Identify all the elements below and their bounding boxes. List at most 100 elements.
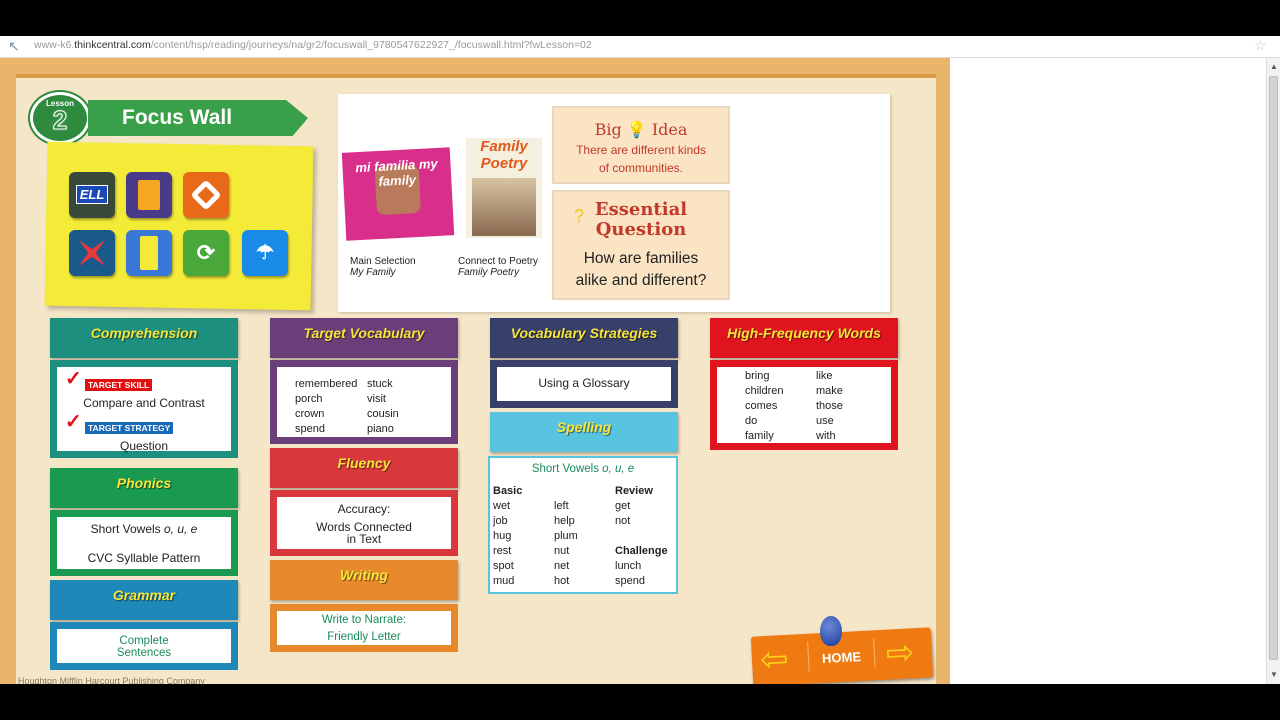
hfw-word: like bbox=[816, 370, 833, 382]
resource-sticky-note bbox=[44, 141, 314, 311]
spelling-subtitle: Short Vowels o, u, e bbox=[531, 463, 635, 475]
poetry-cover-title: Family Poetry bbox=[480, 138, 528, 172]
target-skill-text: Compare and Contrast bbox=[83, 396, 205, 410]
review-label: Review bbox=[615, 485, 653, 497]
vocab-word: piano bbox=[367, 423, 394, 435]
flashcards-icon[interactable] bbox=[126, 230, 172, 276]
hfw-word: comes bbox=[745, 400, 778, 412]
nav-divider bbox=[807, 641, 810, 672]
check-icon: ✓ bbox=[65, 368, 82, 390]
high-frequency-words-card: bring children comes do family like make those… bbox=[710, 360, 898, 450]
star-icon[interactable]: ☆ bbox=[1254, 37, 1267, 54]
vocab-word: visit bbox=[367, 393, 386, 405]
target-strategy-tag: TARGET STRATEGY bbox=[85, 422, 174, 434]
fluency-line3: in Text bbox=[346, 532, 382, 546]
hfw-column-2: like make those use with bbox=[816, 369, 843, 444]
scrollbar[interactable]: ▲ ▼ bbox=[1266, 58, 1280, 684]
lesson-number: 2 bbox=[52, 105, 68, 135]
spelling-word: net bbox=[554, 560, 570, 572]
window-bottom bbox=[0, 684, 1280, 720]
home-button[interactable]: HOME bbox=[822, 649, 862, 666]
spelling-review-column: Review get not Challenge lunch spend bbox=[615, 484, 668, 589]
phonics-line2: CVC Syllable Pattern bbox=[87, 551, 201, 565]
hfw-word: do bbox=[745, 415, 758, 427]
big-idea-heading: Big 💡 Idea bbox=[594, 120, 688, 139]
spelling-word: rest bbox=[493, 545, 512, 557]
lightbulb-icon: 💡 bbox=[626, 120, 647, 139]
spelling-word: spot bbox=[493, 560, 514, 572]
grammar-line2: Sentences bbox=[116, 647, 172, 659]
copyright-text: Houghton Mifflin Harcourt Publishing Com… bbox=[18, 676, 205, 684]
spelling-card: Short Vowels o, u, e Basic wet job hug rest… bbox=[488, 456, 678, 594]
url-text[interactable]: www-k6.thinkcentral.com/content/hsp/read… bbox=[34, 39, 592, 51]
spelling-word: left bbox=[554, 500, 569, 512]
basic-label: Basic bbox=[493, 485, 523, 497]
spelling-word: hug bbox=[493, 530, 512, 542]
comprehension-card: ✓ TARGET SKILL Compare and Contrast ✓ TA… bbox=[50, 360, 238, 458]
vocab-column-1: remembered porch crown spend bbox=[295, 377, 357, 437]
puzzle-icon[interactable] bbox=[69, 230, 115, 276]
navigation-bar: ⇦ HOME ⇨ bbox=[750, 627, 934, 687]
target-skill-tag: TARGET SKILL bbox=[85, 379, 153, 391]
hfw-column-1: bring children comes do family bbox=[745, 369, 784, 444]
spelling-word: wet bbox=[493, 500, 511, 512]
next-arrow-icon[interactable]: ⇨ bbox=[885, 633, 915, 672]
address-bar[interactable]: ↖ www-k6.thinkcentral.com/content/hsp/re… bbox=[0, 36, 1280, 58]
vocab-word: cousin bbox=[367, 408, 399, 420]
target-vocabulary-card: remembered porch crown spend stuck visit cous… bbox=[270, 360, 458, 444]
parachute-icon[interactable]: ☂ bbox=[242, 230, 288, 276]
lesson-badge: Lesson 2 bbox=[30, 92, 90, 144]
spelling-header[interactable]: Spelling bbox=[490, 412, 678, 452]
check-icon: ✓ bbox=[65, 411, 82, 433]
comprehension-header[interactable]: Comprehension bbox=[50, 318, 238, 358]
fluency-header[interactable]: Fluency bbox=[270, 448, 458, 488]
main-selection-cover[interactable]: mi familia my family bbox=[341, 147, 455, 241]
spelling-word: help bbox=[554, 515, 575, 527]
previous-arrow-icon[interactable]: ⇦ bbox=[759, 640, 789, 679]
hfw-word: with bbox=[816, 430, 836, 442]
poetry-cover[interactable]: Family Poetry bbox=[466, 138, 542, 238]
spelling-word: spend bbox=[615, 575, 645, 587]
scroll-down-icon[interactable]: ▼ bbox=[1270, 670, 1278, 679]
family-photo bbox=[472, 178, 536, 236]
target-vocabulary-header[interactable]: Target Vocabulary bbox=[270, 318, 458, 358]
book-icon[interactable] bbox=[126, 172, 172, 218]
spelling-word: plum bbox=[554, 530, 578, 542]
poetry-caption[interactable]: Connect to Poetry Family Poetry bbox=[458, 256, 538, 278]
hfw-word: bring bbox=[745, 370, 770, 382]
vocabulary-strategies-card: Using a Glossary bbox=[490, 360, 678, 408]
grammar-line1: Complete bbox=[119, 635, 169, 647]
question-mark-icon: ? bbox=[574, 206, 585, 226]
spelling-word: not bbox=[615, 515, 631, 527]
writing-header[interactable]: Writing bbox=[270, 560, 458, 600]
big-idea-card: Big 💡 Idea There are different kinds of c… bbox=[552, 106, 730, 184]
main-selection-caption[interactable]: Main Selection My Family bbox=[350, 256, 416, 278]
writing-line2: Friendly Letter bbox=[327, 631, 401, 643]
diamond-icon[interactable] bbox=[183, 172, 229, 218]
vocab-word: remembered bbox=[295, 378, 358, 390]
grammar-card: Complete Sentences bbox=[50, 622, 238, 670]
phonics-header[interactable]: Phonics bbox=[50, 468, 238, 508]
back-icon[interactable]: ↖ bbox=[8, 38, 26, 54]
spelling-word: lunch bbox=[615, 560, 642, 572]
vocab-word: crown bbox=[295, 408, 325, 420]
ell-icon[interactable]: ELL bbox=[69, 172, 115, 218]
phonics-line1: Short Vowels o, u, e bbox=[90, 522, 198, 536]
vocab-word: spend bbox=[295, 423, 325, 435]
grammar-header[interactable]: Grammar bbox=[50, 580, 238, 620]
spelling-word: get bbox=[615, 500, 631, 512]
scroll-up-icon[interactable]: ▲ bbox=[1270, 62, 1278, 71]
high-frequency-words-header[interactable]: High-Frequency Words bbox=[710, 318, 898, 358]
spelling-basic-column-1: Basic wet job hug rest spot mud bbox=[493, 484, 522, 589]
hfw-word: children bbox=[745, 385, 784, 397]
phonics-card: Short Vowels o, u, e CVC Syllable Patter… bbox=[50, 510, 238, 576]
hfw-word: those bbox=[816, 400, 843, 412]
cycle-icon[interactable]: ⟳ bbox=[183, 230, 229, 276]
scrollbar-thumb[interactable] bbox=[1269, 76, 1278, 660]
spelling-word: hot bbox=[554, 575, 570, 587]
vocabulary-strategies-header[interactable]: Vocabulary Strategies bbox=[490, 318, 678, 358]
page-title: Focus Wall bbox=[88, 100, 308, 136]
vocab-column-2: stuck visit cousin piano bbox=[367, 377, 399, 437]
fluency-line1: Accuracy: bbox=[337, 502, 391, 516]
fluency-card: Accuracy: Words Connected in Text bbox=[270, 490, 458, 556]
